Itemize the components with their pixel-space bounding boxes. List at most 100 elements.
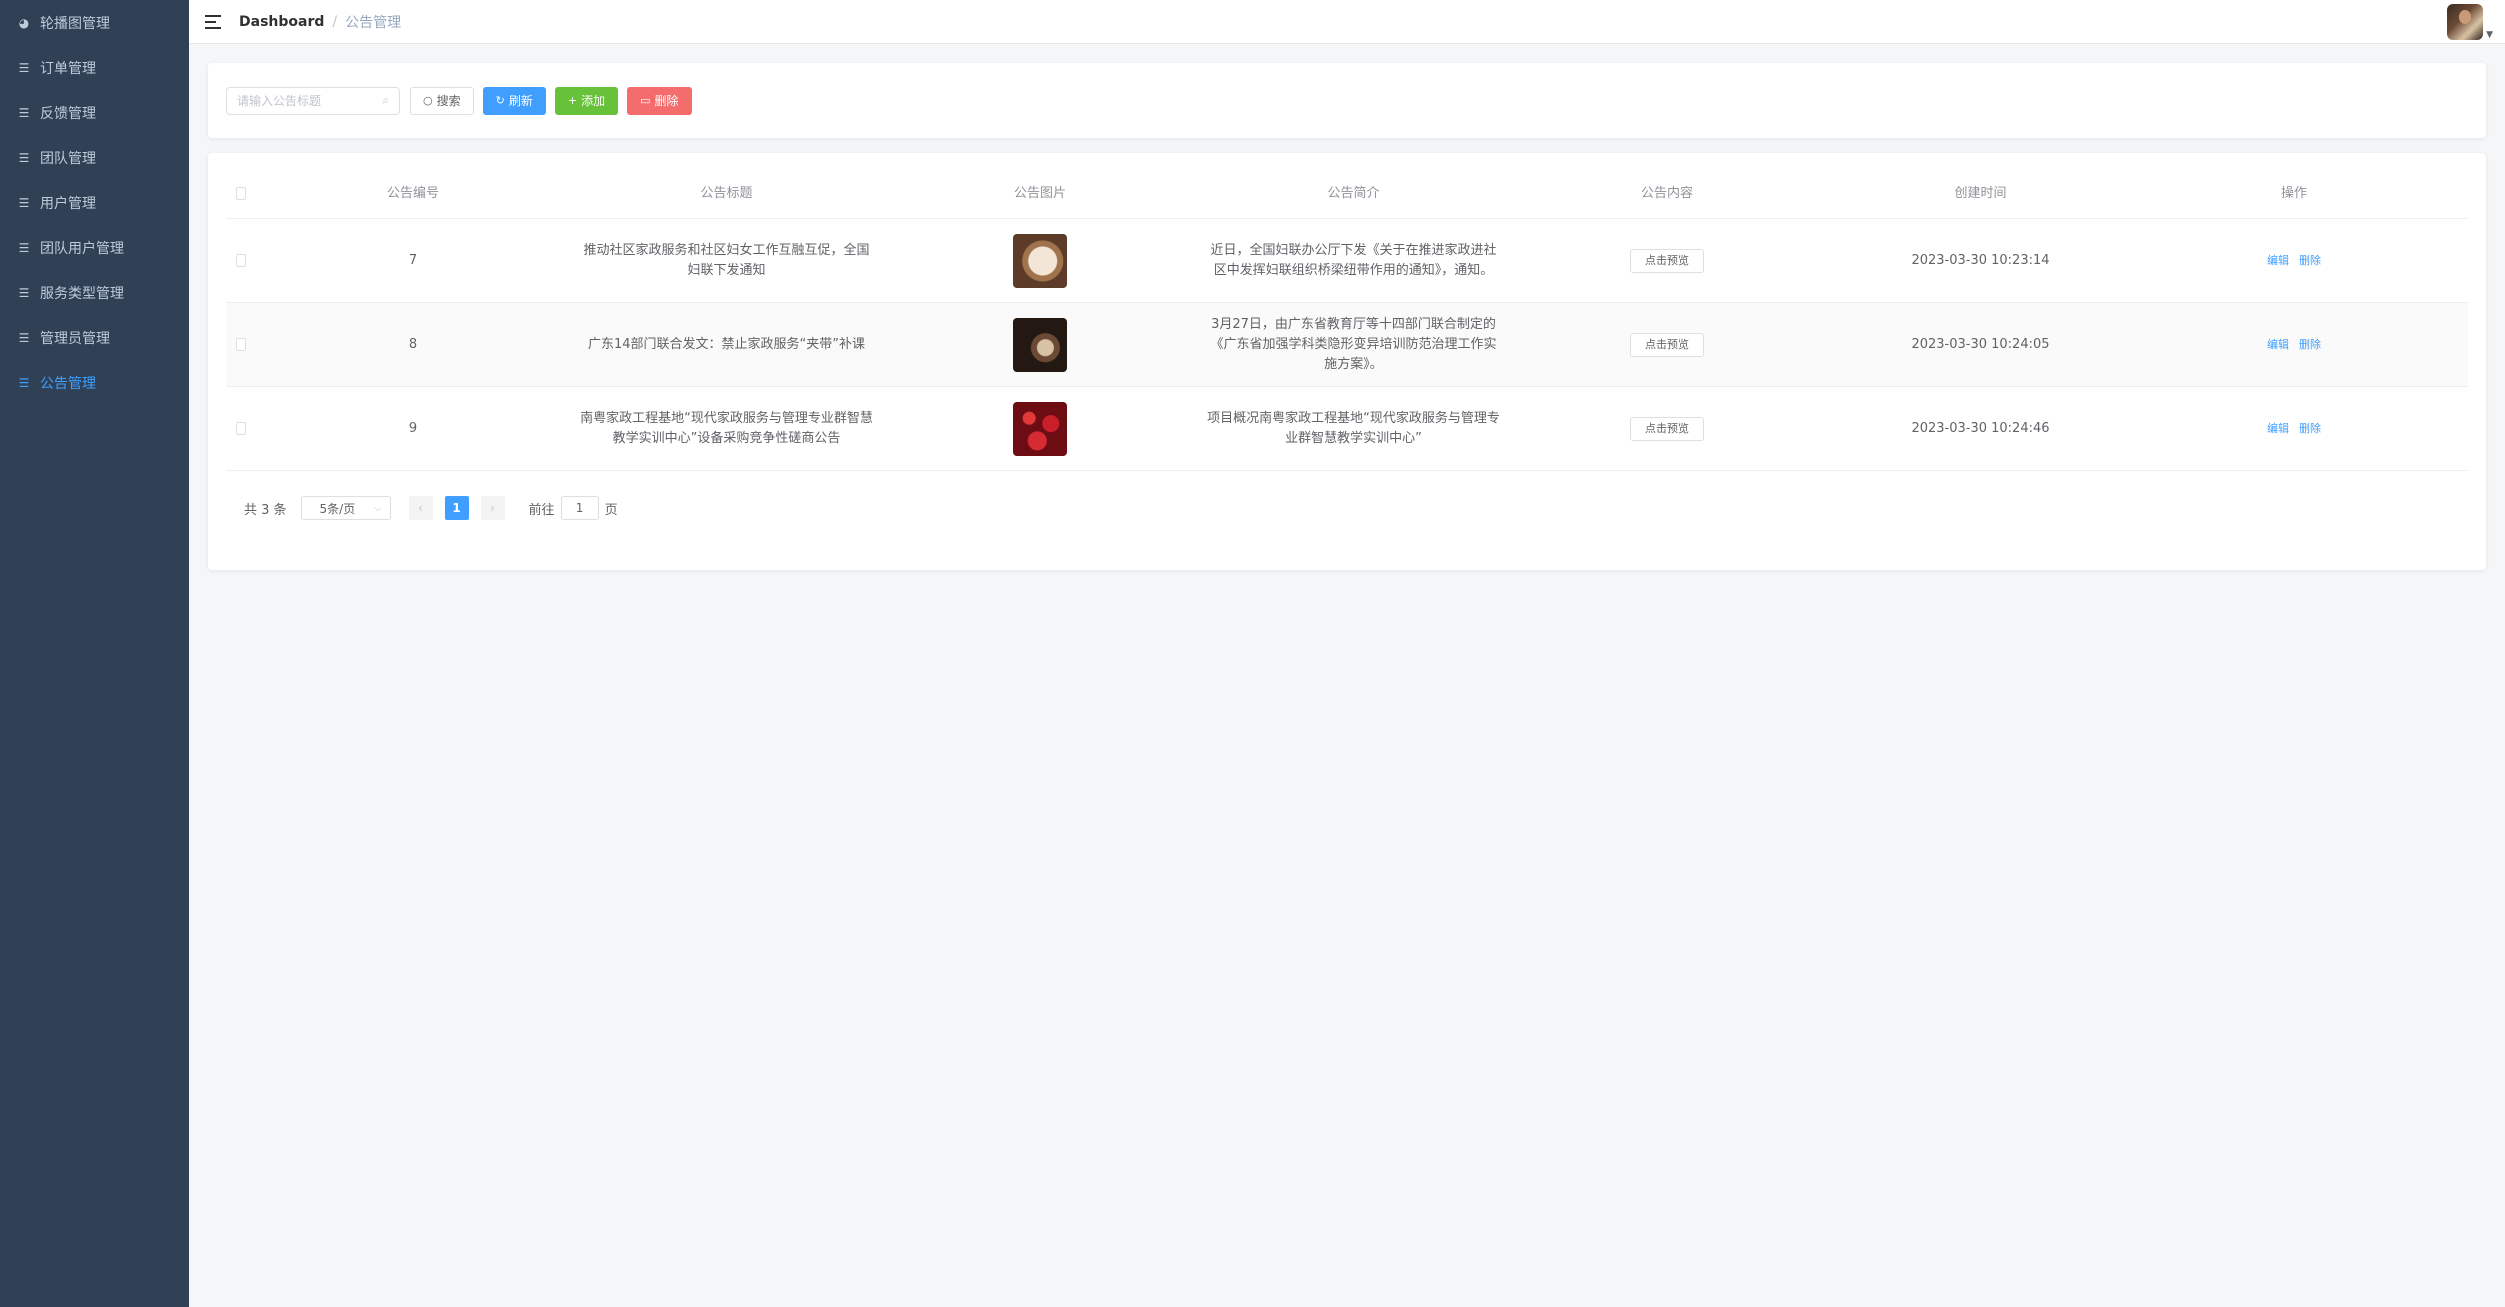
next-page-button[interactable]: ›	[480, 496, 505, 520]
sidebar-item-label: 订单管理	[40, 60, 96, 77]
breadcrumb-separator: /	[332, 13, 338, 30]
cell-content: 点击预览	[1510, 416, 1824, 441]
row-checkbox-cell	[226, 422, 256, 435]
sidebar-item-admins[interactable]: ☰ 管理员管理	[0, 315, 189, 360]
sidebar-item-service-types[interactable]: ☰ 服务类型管理	[0, 270, 189, 315]
table-panel: 公告编号 公告标题 公告图片 公告简介 公告内容 创建时间 操作 7 推动社区家…	[208, 153, 2486, 570]
preview-button[interactable]: 点击预览	[1630, 416, 1704, 441]
notice-thumbnail[interactable]	[1013, 233, 1067, 288]
sliders-icon: ☰	[18, 240, 30, 255]
page-number-button[interactable]: 1	[444, 496, 469, 520]
table-row: 9 南粤家政工程基地“现代家政服务与管理专业群智慧教学实训中心”设备采购竞争性磋…	[226, 387, 2468, 471]
delete-link[interactable]: 删除	[2299, 419, 2321, 439]
row-checkbox[interactable]	[236, 254, 246, 267]
search-icon: ⌕	[382, 93, 389, 107]
cell-image	[883, 233, 1197, 288]
row-checkbox[interactable]	[236, 338, 246, 351]
delete-link[interactable]: 删除	[2299, 335, 2321, 355]
sidebar: ◕ 轮播图管理 ☰ 订单管理 ☰ 反馈管理 ☰ 团队管理 ☰ 用户管理 ☰ 团队…	[0, 0, 189, 1307]
preview-button[interactable]: 点击预览	[1630, 332, 1704, 357]
search-panel: ⌕ ○ 搜索 ↻ 刷新 + 添加 ▭ 删除	[208, 63, 2486, 138]
caret-down-icon[interactable]: ▼	[2486, 30, 2493, 40]
refresh-button[interactable]: ↻ 刷新	[482, 86, 546, 115]
edit-link[interactable]: 编辑	[2267, 419, 2289, 439]
cell-image	[883, 401, 1197, 456]
page-size-select[interactable]: 5条/页 ⌵	[300, 496, 391, 520]
page-unit-label: 页	[604, 502, 618, 518]
folder-icon: ▭	[640, 94, 651, 107]
batch-delete-button[interactable]: ▭ 删除	[627, 86, 692, 115]
table-row: 8 广东14部门联合发文：禁止家政服务“夹带”补课 3月27日，由广东省教育厅等…	[226, 303, 2468, 387]
cell-id: 7	[408, 252, 418, 268]
header-image: 公告图片	[1013, 185, 1066, 201]
sidebar-item-label: 反馈管理	[40, 105, 96, 122]
user-menu[interactable]: ▼	[2447, 4, 2493, 40]
dashboard-icon: ◕	[18, 15, 30, 30]
notice-thumbnail[interactable]	[1013, 401, 1067, 456]
cell-time: 2023-03-30 10:24:46	[1911, 420, 2050, 436]
search-button[interactable]: ○ 搜索	[410, 86, 474, 115]
header-content: 公告内容	[1640, 185, 1693, 201]
sidebar-item-orders[interactable]: ☰ 订单管理	[0, 45, 189, 90]
cell-id: 9	[408, 420, 418, 436]
sliders-icon: ☰	[18, 195, 30, 210]
search-icon: ○	[423, 94, 433, 107]
row-checkbox[interactable]	[236, 422, 246, 435]
sidebar-item-teams[interactable]: ☰ 团队管理	[0, 135, 189, 180]
sidebar-item-users[interactable]: ☰ 用户管理	[0, 180, 189, 225]
header-title: 公告标题	[700, 185, 753, 201]
refresh-icon: ↻	[495, 94, 505, 107]
sidebar-item-notices[interactable]: ☰ 公告管理	[0, 360, 189, 405]
cell-title: 推动社区家政服务和社区妇女工作互融互促，全国妇联下发通知	[583, 242, 870, 278]
cell-operations: 编辑 删除	[2137, 419, 2451, 439]
cell-time: 2023-03-30 10:23:14	[1911, 252, 2050, 268]
breadcrumb-home[interactable]: Dashboard	[239, 14, 324, 30]
row-checkbox-cell	[226, 338, 256, 351]
cell-operations: 编辑 删除	[2137, 251, 2451, 271]
sidebar-item-label: 服务类型管理	[40, 285, 124, 302]
chevron-down-icon: ⌵	[373, 502, 382, 514]
sliders-icon: ☰	[18, 60, 30, 75]
header-checkbox-cell	[226, 187, 256, 200]
page-jumper: 前往 页	[529, 496, 618, 520]
sliders-icon: ☰	[18, 285, 30, 300]
sidebar-item-carousel[interactable]: ◕ 轮播图管理	[0, 0, 189, 45]
sidebar-item-label: 管理员管理	[40, 330, 110, 347]
edit-link[interactable]: 编辑	[2267, 251, 2289, 271]
breadcrumb-current: 公告管理	[345, 14, 402, 31]
table-header-row: 公告编号 公告标题 公告图片 公告简介 公告内容 创建时间 操作	[226, 169, 2468, 219]
select-all-checkbox[interactable]	[236, 187, 246, 200]
goto-page-input[interactable]	[560, 496, 599, 520]
cell-title: 广东14部门联合发文：禁止家政服务“夹带”补课	[587, 336, 865, 352]
pagination: 共 3 条 5条/页 ⌵ ‹ 1 › 前往 页	[244, 496, 618, 520]
prev-page-button[interactable]: ‹	[408, 496, 433, 520]
hamburger-icon[interactable]	[205, 14, 221, 29]
sidebar-item-label: 团队管理	[40, 150, 96, 167]
edit-link[interactable]: 编辑	[2267, 335, 2289, 355]
notice-thumbnail[interactable]	[1013, 317, 1067, 372]
refresh-button-label: 刷新	[508, 94, 533, 108]
batch-delete-button-label: 删除	[654, 94, 679, 108]
sliders-icon: ☰	[18, 330, 30, 345]
cell-brief: 项目概况南粤家政工程基地“现代家政服务与管理专业群智慧教学实训中心”	[1207, 410, 1500, 446]
preview-button[interactable]: 点击预览	[1630, 248, 1704, 273]
cell-title: 南粤家政工程基地“现代家政服务与管理专业群智慧教学实训中心”设备采购竞争性磋商公…	[580, 410, 873, 446]
cell-brief: 近日，全国妇联办公厅下发《关于在推进家政进社区中发挥妇联组织桥梁纽带作用的通知》…	[1210, 242, 1497, 278]
sidebar-item-label: 用户管理	[40, 195, 96, 212]
sliders-icon: ☰	[18, 375, 30, 390]
search-box[interactable]: ⌕	[226, 86, 400, 115]
delete-link[interactable]: 删除	[2299, 251, 2321, 271]
cell-image	[883, 317, 1197, 372]
sidebar-item-feedback[interactable]: ☰ 反馈管理	[0, 90, 189, 135]
search-input[interactable]	[237, 93, 383, 108]
page-size-value: 5条/页	[319, 501, 356, 516]
cell-content: 点击预览	[1510, 332, 1824, 357]
sliders-icon: ☰	[18, 150, 30, 165]
sliders-icon: ☰	[18, 105, 30, 120]
breadcrumb: Dashboard / 公告管理	[239, 12, 401, 32]
cell-operations: 编辑 删除	[2137, 335, 2451, 355]
notice-table: 公告编号 公告标题 公告图片 公告简介 公告内容 创建时间 操作 7 推动社区家…	[226, 169, 2468, 471]
sidebar-item-team-users[interactable]: ☰ 团队用户管理	[0, 225, 189, 270]
add-button[interactable]: + 添加	[554, 86, 619, 115]
avatar[interactable]	[2447, 4, 2484, 40]
